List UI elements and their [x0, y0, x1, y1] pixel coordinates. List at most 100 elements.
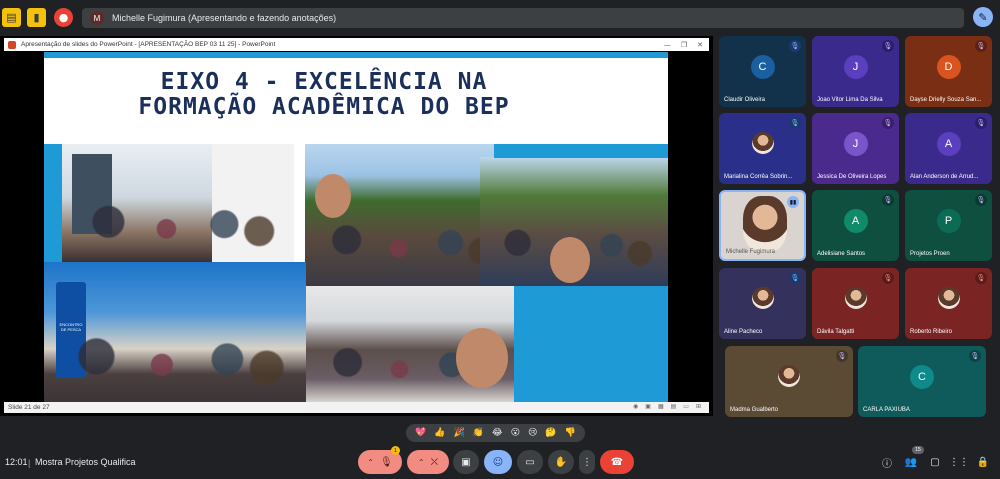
photo-group-outdoor [480, 157, 668, 286]
participant-tile[interactable]: 🎙 Dávila Talgatti [812, 268, 899, 339]
meeting-name: Mostra Projetos Qualifica [35, 457, 136, 467]
reactions-bar: 💖 👍 🎉 👏 😂 😮 😢 🤔 👎 [406, 424, 585, 442]
pen-icon[interactable]: ✎ [973, 7, 993, 27]
powerpoint-icon [8, 40, 16, 49]
participant-name: Adelisiane Santos [817, 251, 866, 257]
participant-photo [751, 286, 774, 309]
participant-avatar: C [910, 364, 934, 389]
presenter-text: Michelle Fugimura (Apresentando e fazend… [112, 13, 337, 23]
apps-icon[interactable]: ⋮⋮ [949, 455, 969, 469]
photo-face [315, 174, 351, 218]
participant-tile[interactable]: 🎙 Madma Gualberto [725, 346, 853, 417]
present-button[interactable]: ▣ [453, 450, 479, 474]
reaction-heart[interactable]: 💖 [415, 428, 426, 438]
mic-off-icon: 🎙 [975, 272, 987, 284]
participant-name: Projetos Proen [910, 251, 950, 257]
participant-tile[interactable]: 🎙 Marialina Corrêa Sobrin... [719, 113, 806, 184]
fit-icon[interactable]: ⊞ [696, 403, 701, 410]
hand-icon: ✋ [554, 456, 568, 468]
ppt-titlebar: Apresentação de slides do PowerPoint - [… [4, 38, 709, 51]
photo-crowd [62, 202, 294, 250]
participant-tile[interactable]: P 🎙 Projetos Proen [905, 190, 992, 261]
photo-group-building [62, 144, 294, 262]
reaction-thinking[interactable]: 🤔 [545, 428, 556, 438]
raise-hand-button[interactable]: ✋ [548, 450, 574, 474]
notes-icon[interactable]: ▮ [27, 8, 46, 27]
emoji-icon: ☺ [492, 456, 504, 468]
participant-name: Michelle Fugimura [726, 249, 776, 255]
mic-off-icon: 🎙 [882, 194, 894, 206]
notes-view-icon[interactable]: ◉ [633, 403, 638, 410]
chevron-up-icon[interactable]: ⌃ [367, 458, 374, 467]
participant-tile[interactable]: J 🎙 Joao Vitor Lima Da Silva [812, 36, 899, 107]
mic-off-icon: 🎙 [975, 40, 987, 52]
mic-off-icon: 🎙 [882, 117, 894, 129]
participant-tile[interactable]: 🎙 Aline Pacheco [719, 268, 806, 339]
participant-name: Aline Pacheco [724, 329, 763, 335]
mic-off-icon: 🎙 [836, 350, 848, 362]
chat-icon[interactable]: ▢ [928, 455, 942, 469]
slide-title-line2: FORMAÇÃO ACADÊMICA DO BEP [138, 94, 510, 120]
maximize-icon[interactable]: ❐ [681, 41, 687, 49]
mic-off-icon: 🎙 [789, 40, 801, 52]
slide-title-line1: EIXO 4 - EXCELÊNCIA NA [160, 69, 488, 95]
close-icon[interactable]: ✕ [697, 41, 703, 49]
more-vert-icon: ⋮ [582, 456, 592, 468]
participant-tile[interactable]: C 🎙 CARLA PAXIUBA [858, 346, 986, 417]
host-controls-icon[interactable]: 🔒 [976, 455, 990, 469]
participant-avatar: C [750, 54, 775, 79]
participant-avatar: A [936, 131, 961, 156]
shared-screen: Apresentação de slides do PowerPoint - [… [0, 36, 713, 416]
ppt-statusbar: Slide 21 de 27 ◉ ▣ ▦ ▤ ▭ ⊞ [4, 402, 709, 413]
reaction-laugh[interactable]: 😂 [492, 428, 503, 438]
reaction-party[interactable]: 🎉 [454, 428, 465, 438]
slide-title: EIXO 4 - EXCELÊNCIA NA FORMAÇÃO ACADÊMIC… [44, 70, 604, 120]
participant-tile[interactable]: A 🎙 Alan Anderson de Arrud... [905, 113, 992, 184]
participant-name: CARLA PAXIUBA [863, 407, 910, 413]
mic-off-icon: 🎙 [789, 117, 801, 129]
top-bar: ▤ ▮ ● M Michelle Fugimura (Apresentando … [0, 0, 1000, 34]
captions-button[interactable]: ▭ [517, 450, 543, 474]
participant-photo [844, 286, 867, 309]
people-icon[interactable]: 👥 [904, 455, 918, 469]
participant-name: Madma Gualberto [730, 407, 779, 413]
normal-view-icon[interactable]: ▣ [645, 403, 651, 410]
minimize-icon[interactable]: — [664, 41, 671, 49]
participant-photo [778, 364, 800, 387]
reading-view-icon[interactable]: ▤ [671, 403, 677, 410]
participant-tile[interactable]: A 🎙 Adelisiane Santos [812, 190, 899, 261]
presenter-banner[interactable]: M Michelle Fugimura (Apresentando e faze… [82, 8, 964, 28]
participant-tile[interactable]: J 🎙 Jessica De Oliveira Lopes [812, 113, 899, 184]
reaction-thumbs-down[interactable]: 👎 [565, 428, 576, 438]
reaction-thumbs-up[interactable]: 👍 [434, 428, 445, 438]
phone-hangup-icon: ☎ [610, 456, 624, 468]
slide: EIXO 4 - EXCELÊNCIA NA FORMAÇÃO ACADÊMIC… [44, 52, 668, 402]
participant-tile[interactable]: ▮▮ Michelle Fugimura [719, 190, 806, 261]
leave-call-button[interactable]: ☎ [600, 450, 634, 474]
mic-off-icon: 🎙 [882, 40, 894, 52]
reaction-clap[interactable]: 👏 [473, 428, 484, 438]
camera-toggle-button[interactable]: ⌃ ⛌ [407, 450, 449, 474]
info-icon[interactable]: ⓘ [880, 455, 894, 470]
participant-name: Alan Anderson de Arrud... [910, 174, 979, 180]
participant-tile[interactable]: D 🎙 Dayse Drielly Souza San... [905, 36, 992, 107]
reaction-surprised[interactable]: 😮 [511, 428, 520, 438]
reaction-sad[interactable]: 😢 [528, 428, 537, 438]
meeting-clock: 12:01 [5, 457, 28, 467]
mic-toggle-button[interactable]: ⌃ 🎙 1 [358, 446, 402, 474]
record-icon[interactable]: ● [54, 8, 73, 27]
chevron-up-icon[interactable]: ⌃ [418, 458, 425, 467]
participant-tile[interactable]: 🎙 Roberto Ribeiro [905, 268, 992, 339]
slideshow-view-icon[interactable]: ▭ [683, 403, 689, 410]
more-options-button[interactable]: ⋮ [579, 450, 595, 474]
slide-accent-bar-right [494, 144, 668, 158]
photo-banner-text: ENCONTRO DE PESCA [59, 322, 83, 332]
mic-off-icon: 🎙 [975, 194, 987, 206]
photo-group-beach: ENCONTRO DE PESCA [44, 262, 306, 402]
whiteboard-icon[interactable]: ▤ [2, 8, 21, 27]
participant-tile[interactable]: C 🎙 Claudir Oliveira [719, 36, 806, 107]
sorter-view-icon[interactable]: ▦ [658, 403, 664, 410]
photo-crowd [44, 334, 306, 390]
speaking-icon: ▮▮ [787, 196, 799, 208]
emoji-button[interactable]: ☺ [484, 450, 512, 474]
